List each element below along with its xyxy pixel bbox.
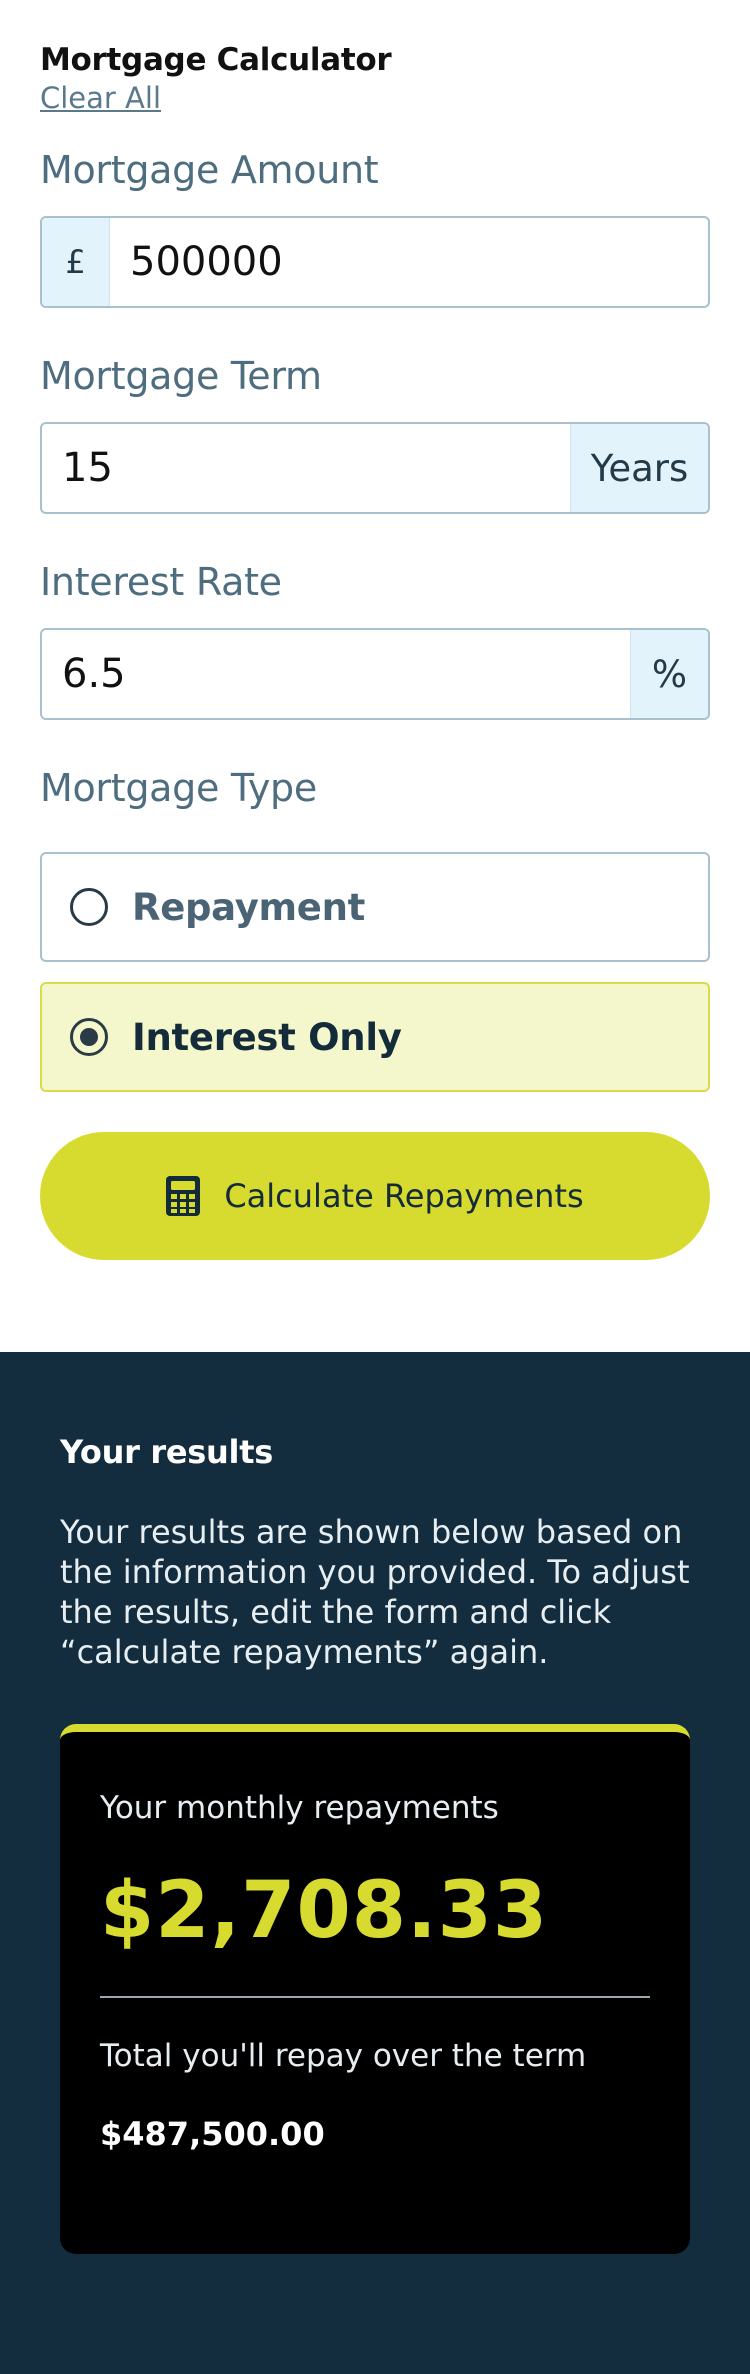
- results-title: Your results: [60, 1433, 273, 1471]
- calculator-form: Mortgage Calculator Clear All Mortgage A…: [0, 0, 750, 1352]
- interest-only-option-label: Interest Only: [132, 1015, 402, 1059]
- radio-checked-icon[interactable]: [70, 1018, 108, 1056]
- percent-suffix: %: [630, 630, 708, 718]
- repayment-option-label: Repayment: [132, 885, 365, 929]
- mortgage-amount-field[interactable]: £ 500000: [40, 216, 710, 308]
- radio-dot: [80, 1028, 98, 1046]
- interest-rate-input[interactable]: 6.5: [42, 630, 630, 718]
- results-divider: [100, 1996, 650, 1998]
- radio-unchecked-icon[interactable]: [70, 888, 108, 926]
- calculate-repayments-label: Calculate Repayments: [224, 1177, 584, 1215]
- repayment-option[interactable]: Repayment: [40, 852, 710, 962]
- interest-rate-label: Interest Rate: [40, 560, 282, 604]
- clear-all-link[interactable]: Clear All: [40, 80, 161, 116]
- interest-rate-field[interactable]: 6.5 %: [40, 628, 710, 720]
- page-title: Mortgage Calculator: [40, 42, 392, 78]
- results-card: Your monthly repayments $2,708.33 Total …: [60, 1724, 690, 2254]
- results-panel: Your results Your results are shown belo…: [0, 1352, 750, 2374]
- mortgage-amount-label: Mortgage Amount: [40, 148, 379, 192]
- mortgage-term-field[interactable]: 15 Years: [40, 422, 710, 514]
- mortgage-calculator-page: Mortgage Calculator Clear All Mortgage A…: [0, 0, 750, 2374]
- mortgage-term-input[interactable]: 15: [42, 424, 570, 512]
- mortgage-type-label: Mortgage Type: [40, 766, 317, 810]
- interest-only-option[interactable]: Interest Only: [40, 982, 710, 1092]
- results-description: Your results are shown below based on th…: [60, 1513, 690, 1671]
- calculator-icon: [166, 1176, 201, 1216]
- mortgage-term-label: Mortgage Term: [40, 354, 322, 398]
- mortgage-amount-input[interactable]: 500000: [110, 218, 708, 306]
- currency-prefix: £: [42, 218, 110, 306]
- total-repay-label: Total you'll repay over the term: [100, 2038, 587, 2074]
- monthly-repayments-value: $2,708.33: [100, 1866, 549, 1956]
- calculate-repayments-button[interactable]: Calculate Repayments: [40, 1132, 710, 1260]
- total-repay-value: $487,500.00: [100, 2115, 325, 2153]
- years-suffix: Years: [570, 424, 708, 512]
- monthly-repayments-label: Your monthly repayments: [100, 1790, 499, 1826]
